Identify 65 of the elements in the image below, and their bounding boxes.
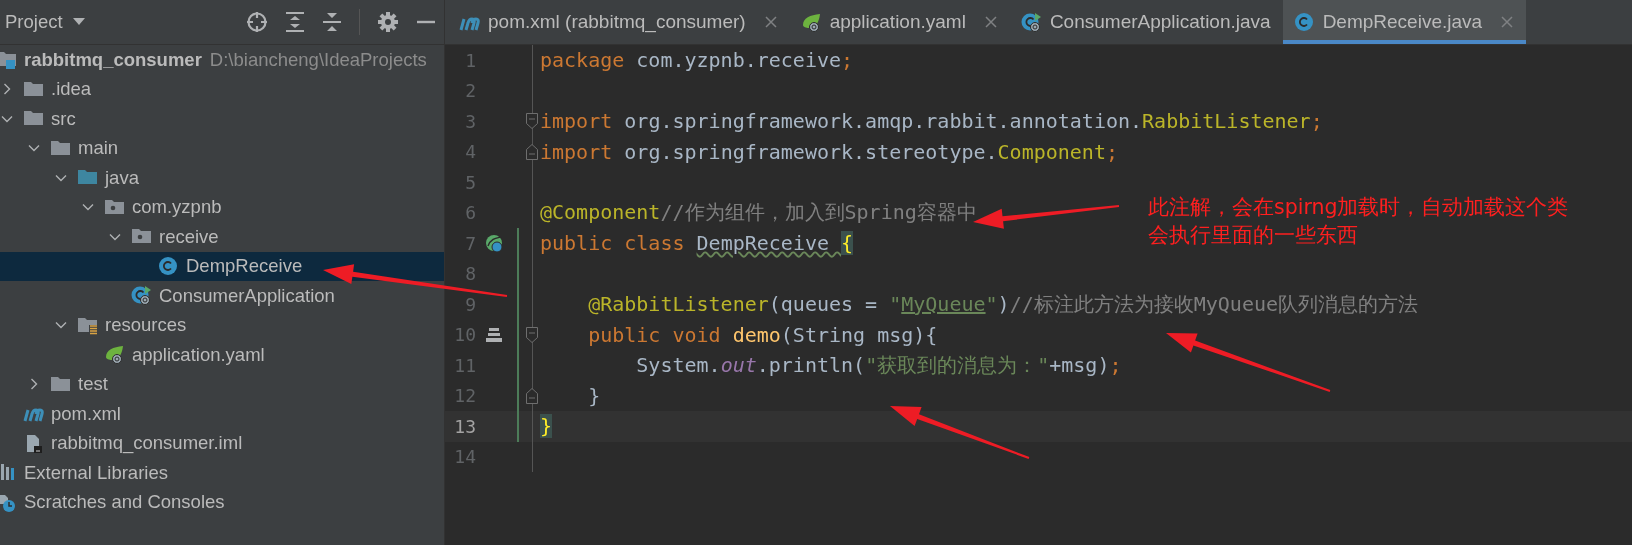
line-number: 13 (453, 415, 476, 437)
code-line: @RabbitListener(queues = "MyQueue")//标注此方法为接收MyQueue队列消息的方法 (587, 290, 1418, 318)
line-number: 5 (464, 171, 476, 193)
line-number: 6 (464, 202, 476, 224)
tree-item[interactable]: External Libraries (0, 458, 444, 488)
class-icon (158, 255, 179, 277)
fold-icon[interactable] (526, 143, 538, 160)
line-number: 4 (464, 141, 476, 163)
caret-icon (72, 18, 85, 26)
leaf-icon (800, 11, 822, 33)
line-number: 11 (453, 354, 476, 376)
class-icon (1020, 11, 1042, 33)
annotation-text: 会执行里面的一些东西 (1148, 222, 1359, 249)
editor-tab[interactable]: pom.xml (rabbitmq_consumer) (448, 0, 790, 44)
code-line: public void demo(String msg){ (587, 322, 938, 347)
expand-all-icon[interactable] (285, 11, 305, 33)
tree-item[interactable]: rabbitmq_consumer D:\biancheng\IdeaProjects (0, 45, 444, 75)
tree-item[interactable]: src (0, 104, 444, 134)
line-number: 8 (464, 263, 476, 285)
editor-tab[interactable]: DempReceive.java (1282, 0, 1527, 44)
tree-item[interactable]: test (0, 369, 444, 399)
module-icon (0, 49, 17, 71)
code-line: package com.yzpnb.receive; (540, 48, 854, 73)
fold-icon[interactable] (526, 326, 538, 343)
line-number: 14 (453, 446, 476, 468)
tree-item[interactable]: resources (0, 310, 444, 340)
close-icon[interactable] (763, 15, 778, 29)
tree-item[interactable]: com.yzpnb (0, 192, 444, 222)
tree-item[interactable]: receive (0, 222, 444, 252)
panel-title-dropdown[interactable]: Project (5, 11, 85, 33)
code-line: public class DempReceive { (540, 231, 854, 256)
project-path: D:\biancheng\IdeaProjects (209, 48, 427, 71)
annotation-text: 此注解，会在spirng加载时，自动加载这个类 (1148, 194, 1569, 221)
locate-icon[interactable] (246, 11, 268, 33)
line-number: 7 (464, 232, 476, 254)
tree-item[interactable]: DempReceive (0, 251, 444, 281)
tree-item[interactable]: java (0, 163, 444, 193)
tree-item[interactable]: .idea (0, 74, 444, 104)
tree-item[interactable]: rabbitmq_consumer.iml (0, 428, 444, 458)
leaf-icon (104, 344, 125, 366)
code-line: import org.springframework.amqp.rabbit.annotation.RabbitListener; (540, 109, 1323, 134)
fold-icon[interactable] (526, 113, 538, 129)
code-line: @Component//作为组件，加入到Spring容器中 (540, 199, 977, 227)
class-icon (131, 285, 152, 307)
editor-tab[interactable]: ConsumerApplication.java (1009, 0, 1283, 44)
tree-item[interactable]: pom.xml (0, 399, 444, 429)
code-line: import org.springframework.stereotype.Component; (540, 139, 1118, 164)
tree-item[interactable]: application.yaml (0, 340, 444, 370)
code-line: } (587, 383, 601, 408)
class-icon (1293, 11, 1315, 33)
line-number: 10 (453, 324, 476, 346)
line-number: 9 (464, 293, 476, 315)
line-number: 2 (464, 80, 476, 102)
line-number: 1 (464, 49, 476, 71)
tree-item[interactable]: main (0, 133, 444, 163)
fold-icon[interactable] (526, 387, 538, 404)
tree-item[interactable]: Scratches and Consoles (0, 487, 444, 517)
line-number: 3 (464, 110, 476, 132)
code-line: System.out.println("获取到的消息为："+msg); (635, 351, 1122, 379)
close-icon[interactable] (983, 15, 998, 29)
editor-tab[interactable]: application.yaml (789, 0, 1010, 44)
bean-icon[interactable] (484, 233, 504, 254)
line-number: 12 (453, 385, 476, 407)
panel-title: Project (5, 11, 63, 33)
collapse-all-icon[interactable] (322, 11, 342, 33)
